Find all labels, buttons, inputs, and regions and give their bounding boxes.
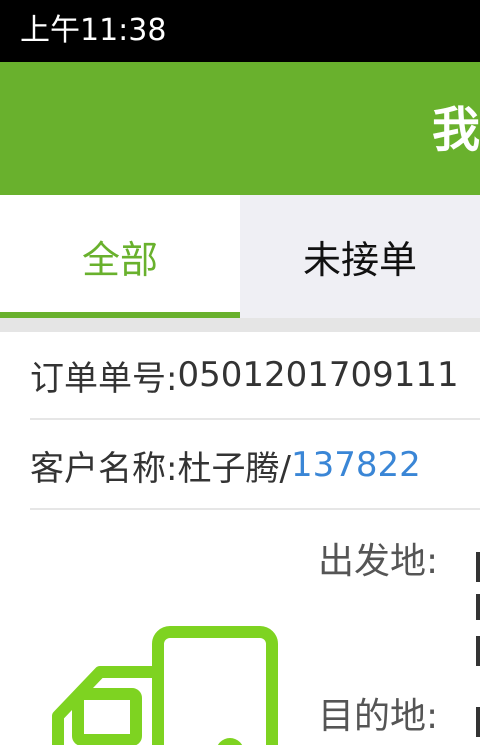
- customer-label: 客户名称:: [30, 448, 178, 489]
- tab-all-label: 全部: [81, 238, 158, 282]
- customer-name: 杜子腾/: [177, 448, 291, 489]
- departure-value-clipped: [476, 552, 480, 582]
- page-title: 我: [432, 102, 480, 158]
- tab-pending[interactable]: 未接单: [240, 195, 480, 318]
- tab-pending-label: 未接单: [302, 238, 417, 282]
- order-number-label: 订单单号:: [30, 358, 178, 399]
- customer-row: 客户名称: 杜子腾/137822: [30, 422, 480, 510]
- departure-value-clipped: [476, 636, 480, 666]
- tab-bar: 全部 未接单: [0, 195, 480, 318]
- status-time: 上午11:38: [20, 13, 167, 48]
- order-number-value: 0501201709111: [177, 355, 459, 395]
- tab-all[interactable]: 全部: [0, 195, 270, 318]
- destination-value-clipped: [476, 707, 480, 737]
- destination-label: 目的地:: [318, 696, 439, 737]
- order-card[interactable]: 订单单号: 0501201709111 客户名称: 杜子腾/137822 出发地: …: [0, 332, 480, 745]
- order-number-row: 订单单号: 0501201709111: [30, 332, 480, 420]
- section-divider: [0, 318, 480, 332]
- status-bar: 上午11:38: [0, 0, 480, 62]
- customer-phone-link[interactable]: 137822: [291, 445, 421, 485]
- app-bar: 我: [0, 62, 480, 195]
- truck-icon: [52, 626, 278, 745]
- departure-label: 出发地:: [318, 541, 439, 582]
- departure-value-clipped: [476, 594, 480, 620]
